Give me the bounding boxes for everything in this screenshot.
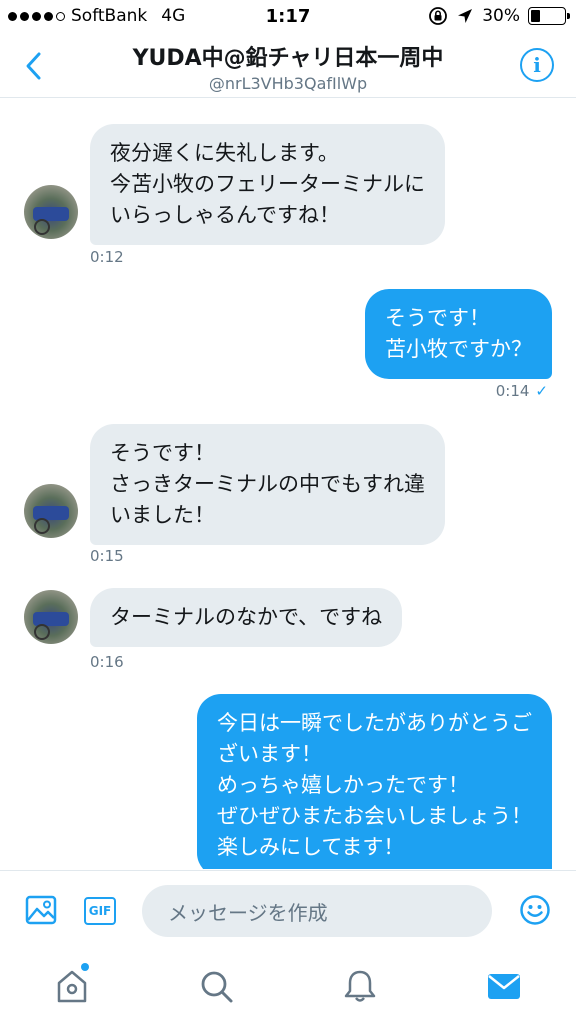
message-composer: GIF メッセージを作成 [0,870,576,952]
chevron-left-icon [26,52,41,80]
message-thread[interactable]: 夜分遅くに失礼します。 今苫小牧のフェリーターミナルに いらっしゃるんですね！ … [0,99,576,869]
message-text: 今苫小牧のフェリーターミナルに [110,172,425,196]
message-text: めっちゃ嬉しかったです！ [217,773,469,797]
gif-icon[interactable]: GIF [84,897,116,925]
conversation-header: YUDA中@鉛チャリ日本一周中 @nrL3VHb3QafIlWp i [0,34,576,98]
emoji-icon[interactable] [518,893,552,927]
message-text: さっきターミナルの中でもすれ違 [110,472,425,496]
message-timestamp: 0:16 [90,653,124,671]
message-text: そうです！ [385,306,490,330]
status-indicators: 30% [428,6,570,26]
back-button[interactable] [16,46,52,86]
message-timestamp: 0:14 [495,382,530,400]
conversation-title[interactable]: YUDA中@鉛チャリ日本一周中 @nrL3VHb3QafIlWp [80,40,496,93]
avatar[interactable] [24,590,78,644]
mail-icon[interactable] [484,966,524,1006]
location-arrow-icon [458,9,473,23]
contact-name: YUDA中@鉛チャリ日本一周中 [132,46,444,71]
message-text: 今日は一瞬でしたがありがとうご [217,711,532,735]
home-notification-dot [81,963,89,971]
battery-icon [528,7,570,25]
gif-label: GIF [88,904,112,918]
battery-level [531,10,540,22]
message-text: ターミナルのなかで、ですね [110,605,383,629]
message-timestamp: 0:15 [90,547,124,565]
message-text: 苫小牧ですか？ [385,337,532,361]
info-button[interactable]: i [520,48,554,82]
message-text: ざいます！ [217,742,322,766]
message-text: いました！ [110,503,215,527]
message-text: ぜひぜひまたお会いしましょう！ [217,804,532,828]
message-text: 夜分遅くに失礼します。 [110,141,339,165]
message-text: 楽しみにしてます！ [217,835,405,859]
message-input-placeholder: メッセージを作成 [168,900,328,925]
incoming-message-bubble[interactable]: そうです！ さっきターミナルの中でもすれ違 いました！ [90,424,445,545]
image-icon[interactable] [24,893,58,927]
search-icon[interactable] [196,966,236,1006]
outgoing-message-bubble[interactable]: そうです！ 苫小牧ですか？ [365,289,552,379]
incoming-message-bubble[interactable]: ターミナルのなかで、ですね [90,588,403,647]
bell-icon[interactable] [340,966,380,1006]
incoming-message-bubble[interactable]: 夜分遅くに失礼します。 今苫小牧のフェリーターミナルに いらっしゃるんですね！ [90,124,445,245]
message-timestamp-row: 0:14 ✓ [496,382,548,400]
message-timestamp: 0:12 [90,248,124,266]
avatar[interactable] [24,484,78,538]
status-bar: SoftBank 4G 1:17 30% [0,0,576,34]
message-text: いらっしゃるんですね！ [110,203,340,227]
battery-percent: 30% [482,6,520,26]
avatar[interactable] [24,185,78,239]
home-icon[interactable] [52,966,92,1006]
outgoing-message-bubble[interactable]: 今日は一瞬でしたがありがとうご ざいます！ めっちゃ嬉しかったです！ ぜひぜひま… [197,694,552,869]
read-check-icon: ✓ [535,382,548,400]
contact-handle: @nrL3VHb3QafIlWp [208,74,368,93]
info-icon: i [533,53,541,77]
message-text: そうです！ [110,441,215,465]
message-input[interactable]: メッセージを作成 [142,885,492,937]
rotation-lock-icon [429,7,448,25]
